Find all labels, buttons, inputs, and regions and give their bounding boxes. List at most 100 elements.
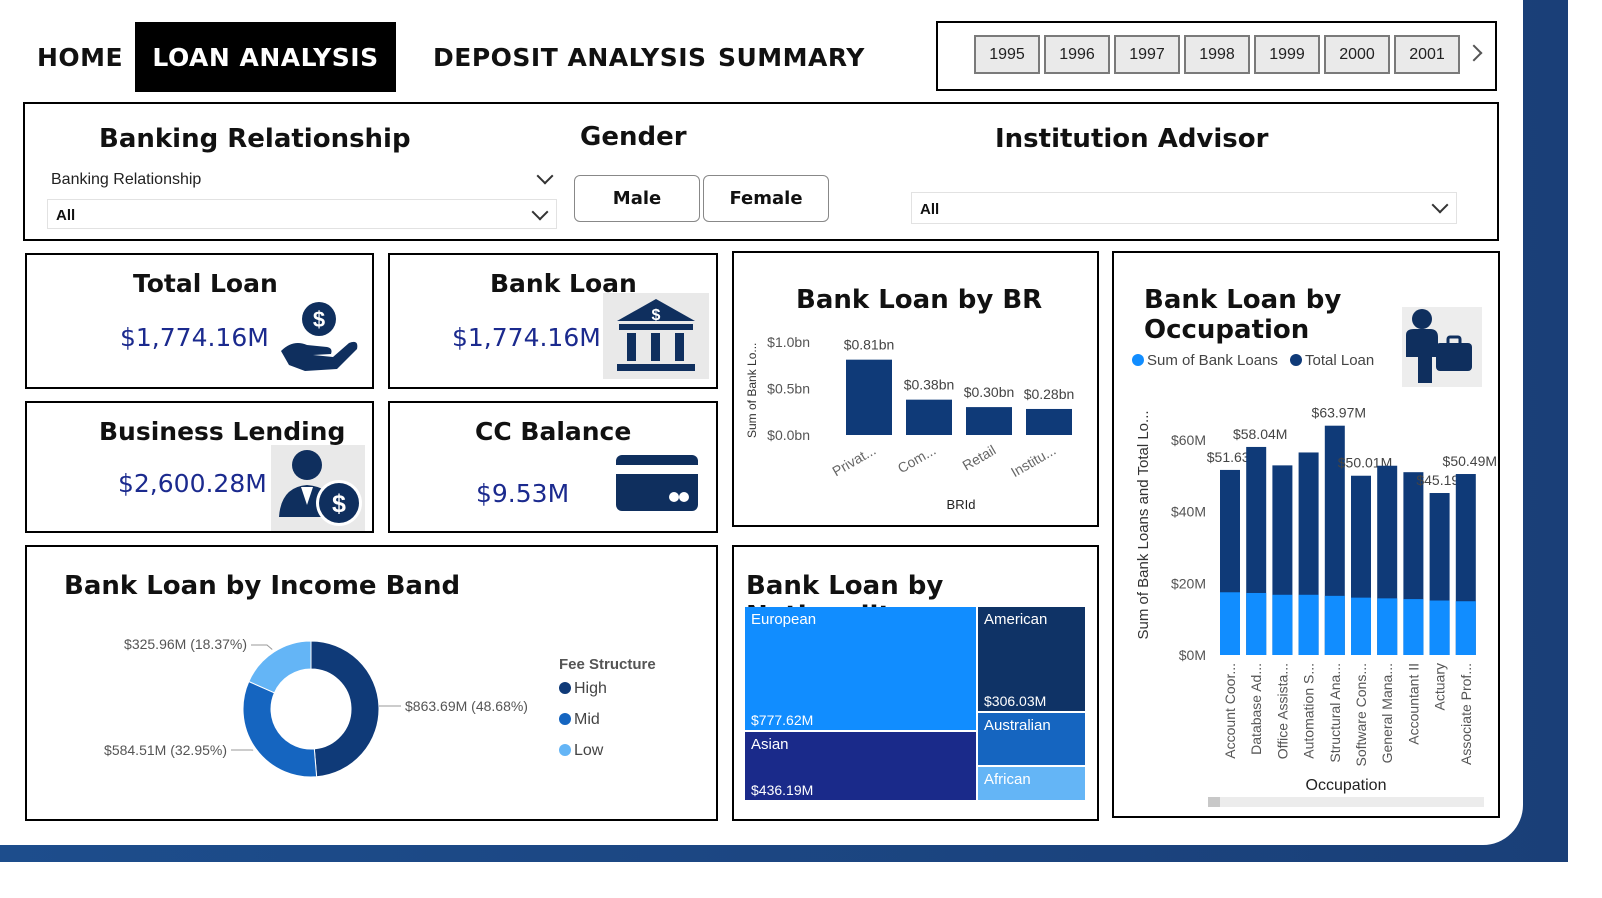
treemap-tile-african[interactable]: African <box>978 767 1085 800</box>
institution-advisor-dropdown[interactable]: All <box>911 192 1457 224</box>
chart-title: Bank Loan by BR <box>796 285 1043 315</box>
data-label: $50.49M <box>1443 453 1497 469</box>
x-axis-label: BRId <box>947 497 976 512</box>
tile-label: European <box>751 611 817 628</box>
tile-value: $436.19M <box>751 782 814 798</box>
bank-loan-by-occupation-card: Bank Loan by Occupation Sum of Bank Loan… <box>1112 251 1500 818</box>
bar[interactable] <box>1026 408 1072 435</box>
tile-value: $777.62M <box>751 712 814 728</box>
chevron-right-icon[interactable] <box>1465 44 1483 62</box>
x-tick-label: Retail <box>959 442 998 474</box>
legend-label: Low <box>574 742 604 759</box>
bar[interactable] <box>906 399 952 435</box>
donut-slice[interactable] <box>310 640 380 778</box>
x-tick-label: Com... <box>895 442 939 476</box>
bar-bank-loans[interactable] <box>1351 597 1371 655</box>
x-axis-label: Occupation <box>1306 777 1387 794</box>
legend-marker <box>1132 354 1144 366</box>
slice-label: $584.51M (32.95%) <box>104 742 227 758</box>
kpi-value: $1,774.16M <box>120 323 269 352</box>
donut-slice[interactable] <box>242 680 318 778</box>
year-button[interactable]: 1999 <box>1254 35 1320 74</box>
x-tick-label: Account Coor... <box>1222 663 1238 759</box>
treemap-tile-european[interactable]: European $777.62M <box>745 607 976 730</box>
legend-marker <box>559 713 571 725</box>
leader-line <box>251 644 273 650</box>
year-button[interactable]: 1998 <box>1184 35 1250 74</box>
bar-bank-loans[interactable] <box>1377 598 1398 655</box>
legend-marker <box>559 744 571 756</box>
tab-home[interactable]: HOME <box>37 22 123 92</box>
kpi-title: Total Loan <box>133 269 278 298</box>
bar[interactable] <box>846 359 892 435</box>
y-axis-label: Sum of Bank Loans and Total Lo... <box>1135 410 1152 639</box>
bar-bank-loans[interactable] <box>1220 592 1240 655</box>
gender-male-button[interactable]: Male <box>574 175 700 222</box>
data-label: $58.04M <box>1233 426 1287 442</box>
year-button[interactable]: 2001 <box>1394 35 1460 74</box>
legend-marker <box>559 682 571 694</box>
kpi-card-cc-balance: CC Balance $9.53M <box>388 401 718 533</box>
svg-text:$: $ <box>313 307 325 332</box>
tab-loan-analysis[interactable]: LOAN ANALYSIS <box>135 22 396 92</box>
bank-loan-by-nationality-card: Bank Loan by Nationality European $777.6… <box>732 545 1099 821</box>
bank-loan-by-br-chart: $0.0bn $0.5bn $1.0bn Sum of Bank Lo... $0.81… <box>745 334 1075 512</box>
y-tick-label: $20M <box>1171 575 1206 591</box>
data-label: $0.30bn <box>964 384 1015 400</box>
scrollbar-track[interactable] <box>1208 797 1484 807</box>
gender-female-button[interactable]: Female <box>703 175 829 222</box>
kpi-card-bank-loan: Bank Loan $1,774.16M $ <box>388 253 718 389</box>
tile-label: American <box>984 611 1048 628</box>
bank-building-icon: $ <box>603 293 709 379</box>
legend-label: Sum of Bank Loans <box>1147 352 1278 369</box>
svg-text:$: $ <box>332 490 346 518</box>
bar-bank-loans[interactable] <box>1429 600 1450 655</box>
legend-marker <box>1290 354 1302 366</box>
x-tick-label: Institu... <box>1008 442 1058 480</box>
y-tick-label: $0M <box>1179 647 1206 663</box>
kpi-value: $2,600.28M <box>118 469 267 498</box>
tab-deposit-analysis[interactable]: DEPOSIT ANALYSIS <box>433 22 707 92</box>
y-tick-label: $0.5bn <box>767 381 810 397</box>
dropdown-value: All <box>920 201 940 218</box>
treemap-tile-australian[interactable]: Australian <box>978 713 1085 765</box>
x-tick-label: Structural Ana... <box>1327 663 1343 763</box>
donut-slice[interactable] <box>248 640 312 694</box>
bar-bank-loans[interactable] <box>1403 599 1424 655</box>
legend-label: Total Loan <box>1305 352 1374 369</box>
year-button[interactable]: 1996 <box>1044 35 1110 74</box>
legend-label: High <box>574 680 607 697</box>
chevron-down-icon[interactable] <box>536 167 554 185</box>
y-tick-label: $40M <box>1171 504 1206 520</box>
bar-bank-loans[interactable] <box>1298 594 1319 655</box>
legend-title: Fee Structure <box>559 656 656 673</box>
treemap-tile-american[interactable]: American $306.03M <box>978 607 1085 711</box>
x-tick-label: Automation S... <box>1301 663 1317 759</box>
kpi-card-total-loan: Total Loan $1,774.16M $ <box>25 253 374 389</box>
bar-bank-loans[interactable] <box>1324 595 1345 655</box>
y-axis-label: Sum of Bank Lo... <box>745 343 759 438</box>
kpi-title: Business Lending <box>99 417 346 446</box>
businessman-dollar-icon: $ <box>271 445 365 531</box>
bar-bank-loans[interactable] <box>1272 594 1293 655</box>
scrollbar-thumb[interactable] <box>1208 797 1220 807</box>
bar[interactable] <box>966 407 1012 435</box>
bar-bank-loans[interactable] <box>1455 601 1476 655</box>
x-tick-label: Accountant II <box>1405 663 1421 745</box>
x-tick-label: Office Assista... <box>1274 663 1290 759</box>
year-button[interactable]: 2000 <box>1324 35 1390 74</box>
year-button[interactable]: 1997 <box>1114 35 1180 74</box>
slice-label: $325.96M (18.37%) <box>124 636 247 652</box>
data-label: $0.28bn <box>1024 386 1075 402</box>
hand-dollar-icon: $ <box>281 302 358 371</box>
gender-title: Gender <box>580 122 687 152</box>
data-label: $63.97M <box>1312 405 1366 421</box>
x-tick-label: General Mana... <box>1379 663 1395 763</box>
x-tick-label: Associate Prof... <box>1458 663 1474 765</box>
year-button[interactable]: 1995 <box>974 35 1040 74</box>
tab-summary[interactable]: SUMMARY <box>718 22 865 92</box>
slice-label: $863.69M (48.68%) <box>405 698 528 714</box>
treemap-tile-asian[interactable]: Asian $436.19M <box>745 732 976 800</box>
banking-relationship-dropdown[interactable]: All <box>47 199 557 229</box>
bar-bank-loans[interactable] <box>1246 592 1267 655</box>
